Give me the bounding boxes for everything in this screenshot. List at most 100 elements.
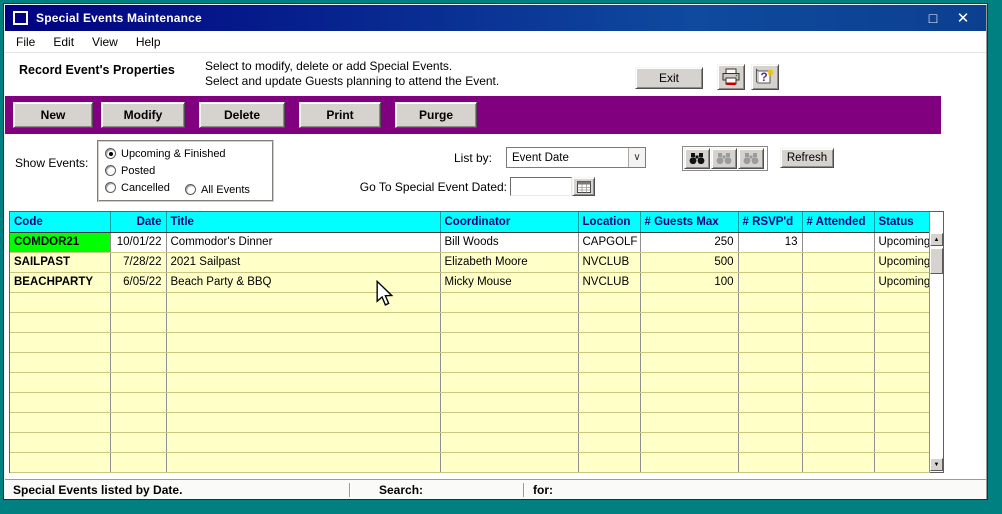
delete-button[interactable]: Delete — [199, 102, 285, 128]
cell-code: BEACHPARTY — [10, 272, 110, 292]
maximize-button[interactable]: □ — [918, 10, 948, 26]
list-by-select[interactable]: Event Date ∨ — [506, 147, 646, 168]
radio-label: Upcoming & Finished — [121, 148, 226, 160]
table-row-empty[interactable] — [10, 432, 929, 452]
cell-guests_max: 500 — [640, 252, 738, 272]
cell-coordinator: Micky Mouse — [440, 272, 578, 292]
column-header-rsvpd[interactable]: # RSVP'd — [738, 212, 802, 232]
table-row[interactable]: SAILPAST7/28/222021 SailpastElizabeth Mo… — [10, 252, 929, 272]
window-title: Special Events Maintenance — [36, 11, 918, 25]
action-toolbar: New Modify Delete Print Purge — [5, 96, 941, 134]
cell-date: 10/01/22 — [110, 232, 166, 252]
cell-title: Commodor's Dinner — [166, 232, 440, 252]
menu-item-file[interactable]: File — [7, 32, 44, 52]
down-arrow-icon: ▼ — [934, 462, 940, 468]
find-button[interactable] — [684, 148, 710, 169]
status-search-label: Search: — [351, 483, 523, 497]
scrollbar-thumb[interactable] — [930, 248, 943, 274]
table-row-empty[interactable] — [10, 392, 929, 412]
column-header-status[interactable]: Status — [874, 212, 929, 232]
svg-text:?: ? — [760, 70, 767, 84]
menu-item-help[interactable]: Help — [127, 32, 170, 52]
exit-button[interactable]: Exit — [635, 67, 703, 89]
radio-icon — [105, 182, 116, 193]
column-header-code[interactable]: Code — [10, 212, 110, 232]
column-header-attended[interactable]: # Attended — [802, 212, 874, 232]
calendar-button[interactable] — [572, 177, 595, 196]
column-header-title[interactable]: Title — [166, 212, 440, 232]
table-row-empty[interactable] — [10, 372, 929, 392]
find-previous-button[interactable] — [738, 148, 764, 169]
cell-rsvp — [738, 252, 802, 272]
cell-attended — [802, 232, 874, 252]
events-table: Code Date Title Coordinator Location # G… — [9, 211, 944, 473]
find-button-group — [682, 146, 768, 171]
find-next-button[interactable] — [711, 148, 737, 169]
event-table-body: COMDOR2110/01/22Commodor's DinnerBill Wo… — [10, 232, 929, 472]
radio-label: All Events — [201, 184, 250, 196]
cell-rsvp: 13 — [738, 232, 802, 252]
radio-icon — [185, 184, 196, 195]
table-row-empty[interactable] — [10, 312, 929, 332]
table-row-empty[interactable] — [10, 452, 929, 472]
new-button[interactable]: New — [13, 102, 93, 128]
binoculars-previous-icon — [743, 152, 759, 165]
print-setup-button[interactable] — [717, 64, 745, 90]
chevron-down-icon: ∨ — [628, 148, 645, 167]
cell-location: CAPGOLF — [578, 232, 640, 252]
cell-status: Upcoming — [874, 232, 929, 252]
column-header-date[interactable]: Date — [110, 212, 166, 232]
menu-bar: File Edit View Help — [5, 31, 986, 53]
cell-code: COMDOR21 — [10, 232, 110, 252]
goto-date-input[interactable] — [510, 177, 572, 196]
radio-label: Posted — [121, 165, 155, 177]
radio-upcoming-finished[interactable]: Upcoming & Finished — [105, 145, 266, 162]
titlebar[interactable]: Special Events Maintenance □ ✕ — [5, 5, 986, 31]
printer-icon — [720, 68, 742, 87]
table-header-row: Code Date Title Coordinator Location # G… — [10, 212, 929, 232]
radio-icon — [105, 148, 116, 159]
cell-guests_max: 250 — [640, 232, 738, 252]
purge-button[interactable]: Purge — [395, 102, 477, 128]
table-row-empty[interactable] — [10, 412, 929, 432]
cell-title: 2021 Sailpast — [166, 252, 440, 272]
cell-status: Upcoming — [874, 252, 929, 272]
print-button[interactable]: Print — [299, 102, 381, 128]
list-by-value: Event Date — [507, 152, 628, 164]
show-events-label: Show Events: — [15, 156, 88, 170]
binoculars-icon — [689, 152, 705, 165]
instruction-line-1: Select to modify, delete or add Special … — [205, 59, 499, 74]
table-scrollbar[interactable]: ▲ ▼ — [929, 212, 943, 472]
page-title: Record Event's Properties — [19, 63, 175, 77]
column-header-location[interactable]: Location — [578, 212, 640, 232]
scroll-up-button[interactable]: ▲ — [930, 233, 943, 246]
column-header-guests-max[interactable]: # Guests Max — [640, 212, 738, 232]
table-row-empty[interactable] — [10, 352, 929, 372]
menu-item-view[interactable]: View — [83, 32, 127, 52]
filter-section: Show Events: Upcoming & Finished Posted … — [5, 134, 986, 211]
table-row-empty[interactable] — [10, 292, 929, 312]
cell-attended — [802, 252, 874, 272]
modify-button[interactable]: Modify — [101, 102, 185, 128]
cell-date: 6/05/22 — [110, 272, 166, 292]
cell-date: 7/28/22 — [110, 252, 166, 272]
goto-date-label: Go To Special Event Dated: — [335, 180, 507, 194]
table-row-empty[interactable] — [10, 332, 929, 352]
scroll-down-button[interactable]: ▼ — [930, 458, 943, 471]
menu-item-edit[interactable]: Edit — [44, 32, 83, 52]
cell-location: NVCLUB — [578, 252, 640, 272]
close-button[interactable]: ✕ — [948, 9, 978, 27]
instructions: Select to modify, delete or add Special … — [205, 59, 499, 89]
table-row[interactable]: COMDOR2110/01/22Commodor's DinnerBill Wo… — [10, 232, 929, 252]
help-button[interactable]: ? — [751, 64, 779, 90]
status-for-label: for: — [525, 483, 986, 497]
radio-all-events[interactable]: All Events — [185, 181, 250, 198]
radio-posted[interactable]: Posted — [105, 162, 266, 179]
column-header-coordinator[interactable]: Coordinator — [440, 212, 578, 232]
table-row[interactable]: BEACHPARTY6/05/22Beach Party & BBQMicky … — [10, 272, 929, 292]
cell-coordinator: Bill Woods — [440, 232, 578, 252]
binoculars-next-icon — [716, 152, 732, 165]
show-events-group: Upcoming & Finished Posted Cancelled All… — [97, 140, 274, 202]
cell-rsvp — [738, 272, 802, 292]
refresh-button[interactable]: Refresh — [780, 148, 834, 168]
